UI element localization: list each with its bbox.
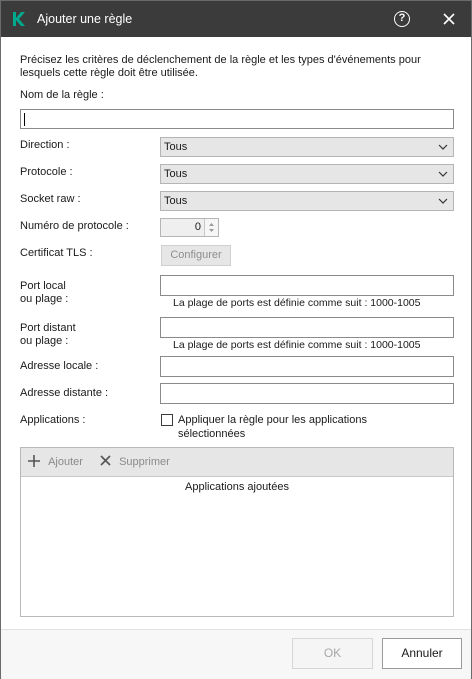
remote-address-input[interactable] bbox=[160, 383, 454, 404]
rule-name-input[interactable] bbox=[20, 109, 454, 129]
protocol-number-spinbox[interactable]: 0 bbox=[160, 218, 219, 237]
chevron-down-icon bbox=[438, 171, 448, 177]
applications-label: Applications : bbox=[20, 414, 86, 426]
help-icon[interactable]: ? bbox=[394, 11, 410, 27]
text-cursor bbox=[24, 113, 25, 126]
apply-selected-apps-label[interactable]: Appliquer la règle pour les applications… bbox=[178, 413, 367, 441]
remote-port-label-1: Port distant bbox=[20, 322, 76, 334]
protocol-number-value: 0 bbox=[194, 221, 201, 233]
configure-button[interactable]: Configurer bbox=[161, 245, 231, 266]
direction-label: Direction : bbox=[20, 139, 70, 151]
intro-text: Précisez les critères de déclenchement d… bbox=[20, 54, 421, 79]
cancel-button[interactable]: Annuler bbox=[382, 638, 462, 669]
socket-raw-value: Tous bbox=[164, 195, 188, 207]
protocol-value: Tous bbox=[164, 168, 188, 180]
kaspersky-logo-icon bbox=[13, 12, 25, 26]
add-rule-dialog: Ajouter une règle ? Précisez les critère… bbox=[0, 0, 472, 679]
direction-select[interactable]: Tous bbox=[160, 137, 454, 157]
socket-raw-select[interactable]: Tous bbox=[160, 191, 454, 211]
local-address-label: Adresse locale : bbox=[20, 360, 99, 372]
dialog-title: Ajouter une règle bbox=[37, 12, 133, 26]
remote-port-label-2: ou plage : bbox=[20, 335, 69, 347]
applications-toolbar: Ajouter Supprimer bbox=[21, 448, 453, 477]
remote-port-hint: La plage de ports est définie comme suit… bbox=[173, 339, 421, 351]
chevron-down-icon bbox=[438, 198, 448, 204]
direction-value: Tous bbox=[164, 141, 188, 153]
plus-icon bbox=[28, 455, 40, 467]
protocol-select[interactable]: Tous bbox=[160, 164, 454, 184]
socket-raw-label: Socket raw : bbox=[20, 193, 81, 205]
add-application-button[interactable]: Ajouter bbox=[27, 454, 83, 468]
local-port-label-1: Port local bbox=[20, 280, 66, 292]
remove-application-button[interactable]: Supprimer bbox=[99, 454, 170, 468]
local-port-label-2: ou plage : bbox=[20, 293, 69, 305]
close-icon[interactable] bbox=[440, 10, 458, 28]
protocol-number-label: Numéro de protocole : bbox=[20, 220, 129, 232]
local-port-input[interactable] bbox=[160, 275, 454, 296]
spin-up-down-icon bbox=[209, 223, 214, 232]
applications-column-header: Applications ajoutées bbox=[185, 481, 289, 493]
remote-port-input[interactable] bbox=[160, 317, 454, 338]
title-bar: Ajouter une règle ? bbox=[1, 1, 471, 37]
rule-name-label: Nom de la règle : bbox=[20, 89, 104, 101]
spin-arrows[interactable] bbox=[204, 219, 218, 236]
local-address-input[interactable] bbox=[160, 356, 454, 377]
ok-button[interactable]: OK bbox=[292, 638, 373, 669]
applications-panel: Ajouter Supprimer Applications ajoutées bbox=[20, 447, 454, 617]
chevron-down-icon bbox=[438, 144, 448, 150]
apply-selected-apps-checkbox[interactable] bbox=[161, 414, 173, 426]
remote-address-label: Adresse distante : bbox=[20, 387, 109, 399]
protocol-label: Protocole : bbox=[20, 166, 73, 178]
local-port-hint: La plage de ports est définie comme suit… bbox=[173, 297, 421, 309]
close-icon bbox=[100, 455, 111, 466]
tls-certificate-label: Certificat TLS : bbox=[20, 247, 93, 259]
dialog-footer: OK Annuler bbox=[1, 629, 471, 679]
